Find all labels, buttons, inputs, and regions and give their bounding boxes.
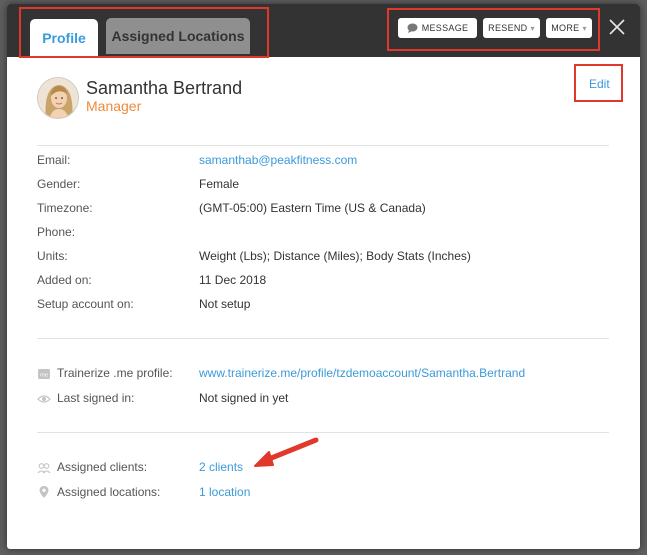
annotation-arrow-icon (254, 437, 319, 467)
staff-profile-modal: Profile Assigned Locations MESSAGE RESEN… (7, 4, 640, 549)
